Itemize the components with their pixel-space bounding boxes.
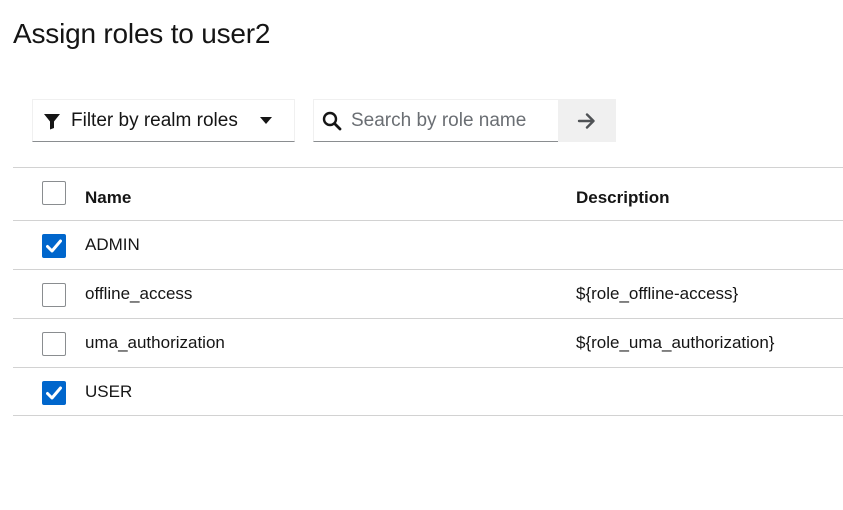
column-header-description: Description (576, 188, 670, 207)
row-checkbox[interactable] (42, 283, 66, 307)
roles-table: Name Description ADMIN offline_access ${… (13, 167, 843, 416)
search-submit-button[interactable] (558, 99, 616, 142)
role-name: uma_authorization (85, 333, 225, 352)
row-checkbox[interactable] (42, 381, 66, 405)
role-name: USER (85, 382, 133, 401)
table-row: ADMIN (13, 220, 843, 269)
row-checkbox[interactable] (42, 332, 66, 356)
role-description: ${role_offline-access} (576, 284, 739, 303)
table-row: uma_authorization ${role_uma_authorizati… (13, 318, 843, 367)
arrow-right-icon (577, 112, 595, 129)
filter-dropdown[interactable]: Filter by realm roles (32, 99, 295, 142)
row-checkbox[interactable] (42, 234, 66, 258)
select-all-checkbox[interactable] (42, 181, 66, 205)
role-description: ${role_uma_authorization} (576, 333, 775, 352)
filter-dropdown-label: Filter by realm roles (71, 109, 238, 131)
search-box (313, 99, 559, 142)
search-icon (322, 111, 342, 130)
table-row: USER (13, 367, 843, 416)
search-input[interactable] (351, 109, 551, 132)
filter-icon (44, 113, 60, 129)
role-name: ADMIN (85, 235, 140, 254)
column-header-name: Name (85, 188, 132, 207)
table-row: offline_access ${role_offline-access} (13, 269, 843, 318)
checkmark-icon (46, 239, 62, 253)
caret-down-icon (260, 117, 272, 124)
checkmark-icon (46, 386, 62, 400)
table-header-row: Name Description (13, 167, 843, 220)
page-title: Assign roles to user2 (13, 18, 271, 49)
role-name: offline_access (85, 284, 193, 303)
